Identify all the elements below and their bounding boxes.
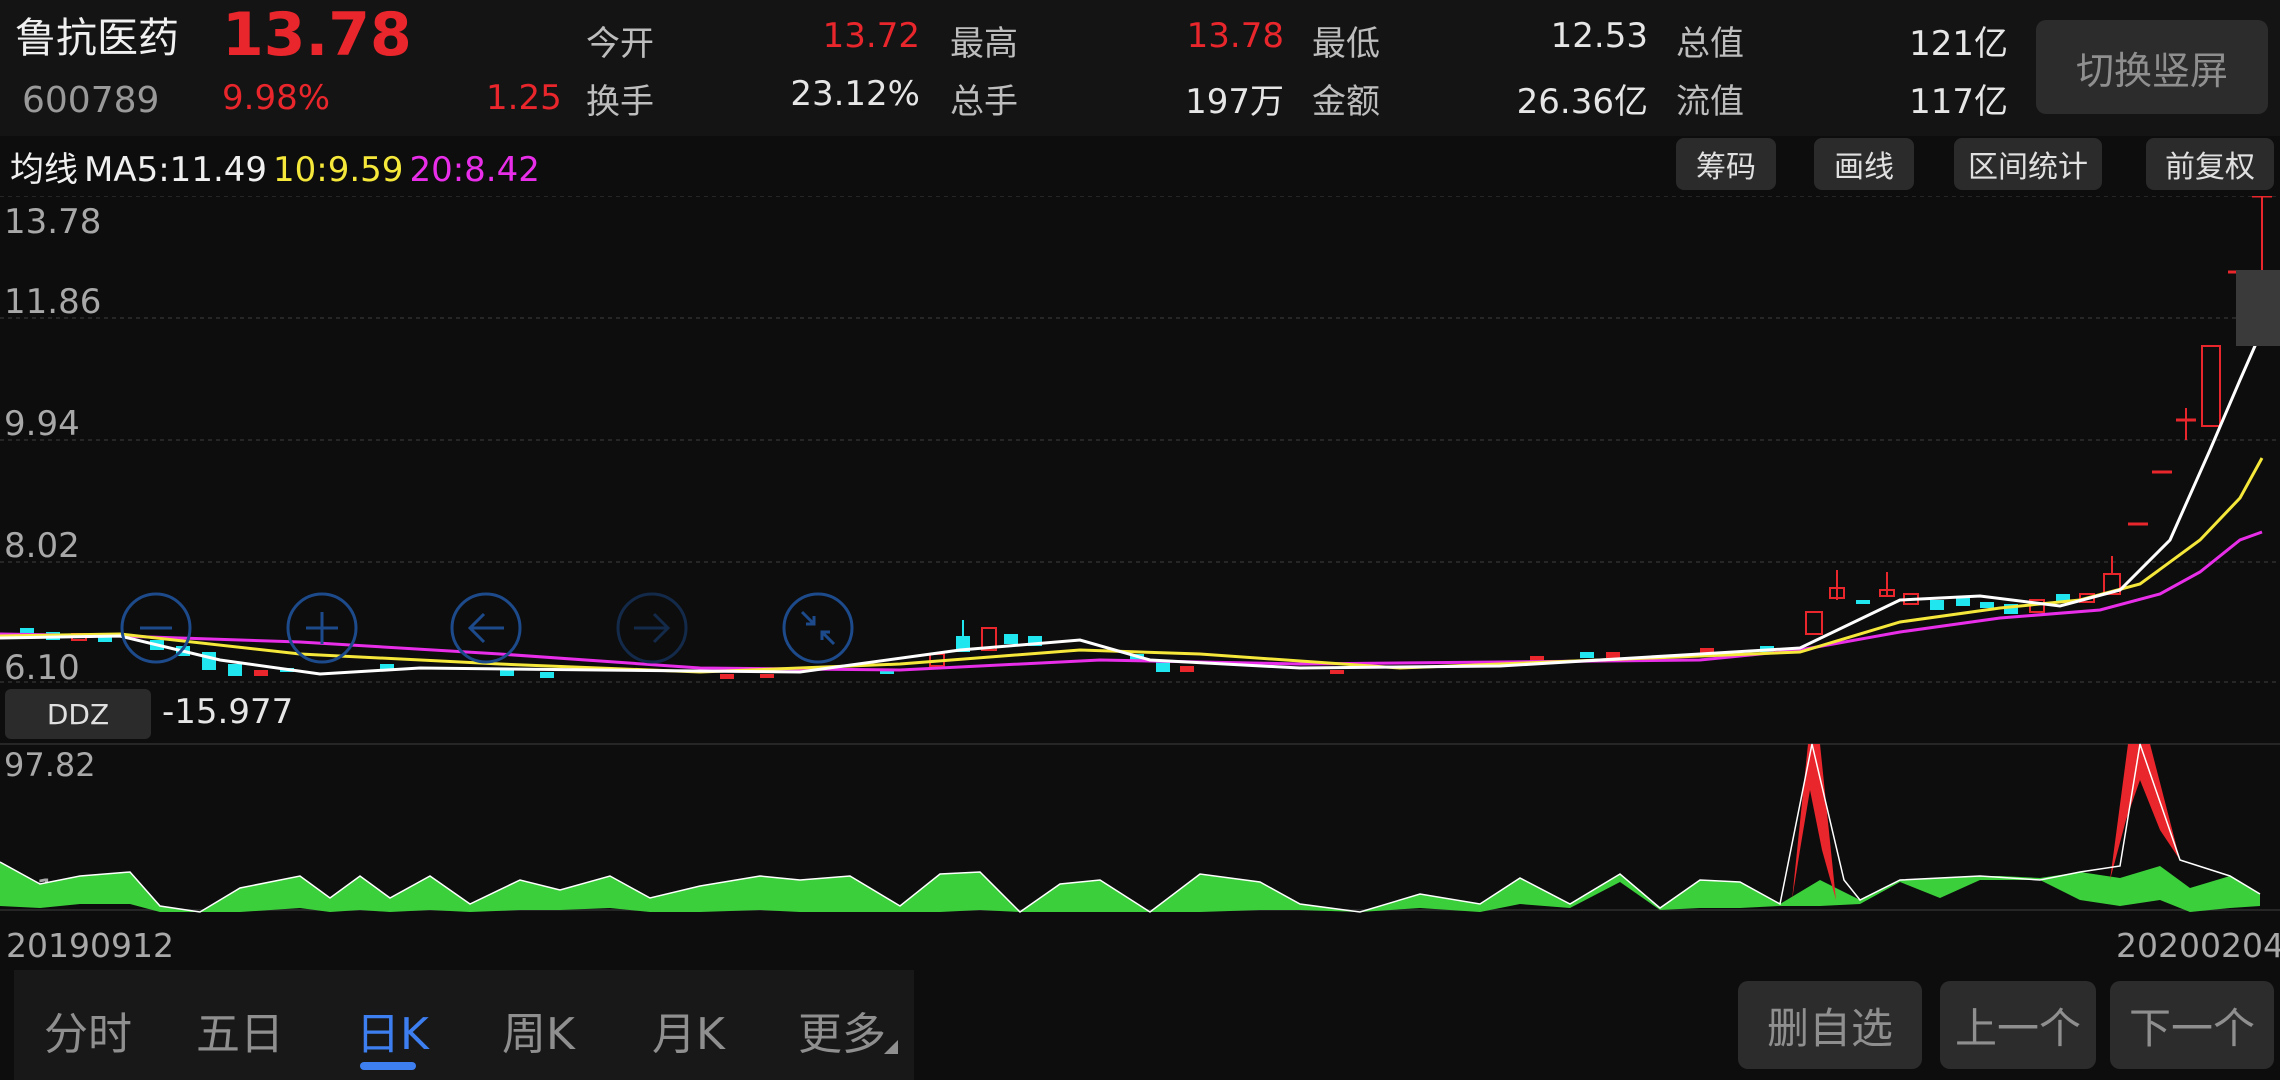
draw-line-button[interactable]: 画线 [1814,138,1914,190]
ddz-chart[interactable] [0,740,2280,920]
ddz-value: -15.977 [162,692,294,732]
end-date: 20200204 [2116,926,2280,965]
ddz-indicator-button[interactable]: DDZ [5,689,151,739]
stat-label-turnover: 换手 [586,82,654,122]
stat-label-low: 最低 [1312,24,1380,64]
stat-value-market-cap: 121亿 [1909,24,2008,64]
ma-legend: 均线 MA5:11.49 10:9.59 20:8.42 [10,142,546,191]
change-percent: 9.98% [222,78,331,118]
stat-value-float-cap: 117亿 [1909,82,2008,122]
change-amount: 1.25 [486,78,562,118]
zoom-in-icon[interactable] [306,612,338,644]
stock-name: 鲁抗医药 [15,14,179,62]
chart-scroll-handle[interactable] [2236,270,2280,346]
stat-value-volume: 197万 [1185,82,1284,122]
stat-value-high: 13.78 [1186,16,1284,56]
tab-weekly-k[interactable]: 周K [502,998,575,1062]
stat-value-low: 12.53 [1550,16,1648,56]
tab-more[interactable]: 更多 [798,998,886,1062]
tab-five-day[interactable]: 五日 [196,998,284,1062]
start-date: 20190912 [6,926,174,965]
ma5-line [0,329,2264,676]
ma10-value: 10:9.59 [273,150,404,190]
prev-stock-button[interactable]: 上一个 [1940,981,2096,1069]
stat-value-open: 13.72 [822,16,920,56]
stat-value-amount: 26.36亿 [1516,82,1648,122]
range-stats-button[interactable]: 区间统计 [1954,138,2102,190]
adjust-button[interactable]: 前复权 [2146,138,2274,190]
ma-title: 均线 [10,150,78,190]
stat-label-amount: 金额 [1312,82,1380,122]
last-price: 13.78 [222,0,412,70]
stock-code: 600789 [22,80,160,121]
chips-button[interactable]: 筹码 [1676,138,1776,190]
candles [20,196,2272,679]
collapse-icon[interactable] [800,610,836,646]
ma5-value: MA5:11.49 [84,150,268,190]
arrow-left-icon[interactable] [467,612,504,644]
arrow-right-icon[interactable] [634,612,671,644]
stat-label-volume: 总手 [950,82,1018,122]
tab-monthly-k[interactable]: 月K [652,998,725,1062]
next-stock-button[interactable]: 下一个 [2110,981,2274,1069]
stat-label-float-cap: 流值 [1676,82,1744,122]
ddz-green-area [0,862,2260,912]
stat-value-turnover: 23.12% [790,74,920,114]
ma20-line [0,530,2263,672]
active-tab-indicator [360,1062,416,1070]
stat-label-market-cap: 总值 [1676,24,1744,64]
stat-label-open: 今开 [586,24,654,64]
tab-daily-k[interactable]: 日K [356,998,429,1062]
tab-intraday[interactable]: 分时 [44,998,132,1062]
stat-label-high: 最高 [950,24,1018,64]
kline-chart[interactable] [0,196,2280,686]
switch-portrait-button[interactable]: 切换竖屏 [2036,20,2268,114]
period-tabs: 分时 五日 日K 周K 月K 更多 [14,970,914,1080]
ma20-value: 20:8.42 [409,150,540,190]
ddz-red-peak-1 [1792,744,1836,900]
remove-watchlist-button[interactable]: 删自选 [1738,981,1922,1069]
more-dropdown-icon [884,1040,898,1054]
ma10-line [0,457,2264,674]
